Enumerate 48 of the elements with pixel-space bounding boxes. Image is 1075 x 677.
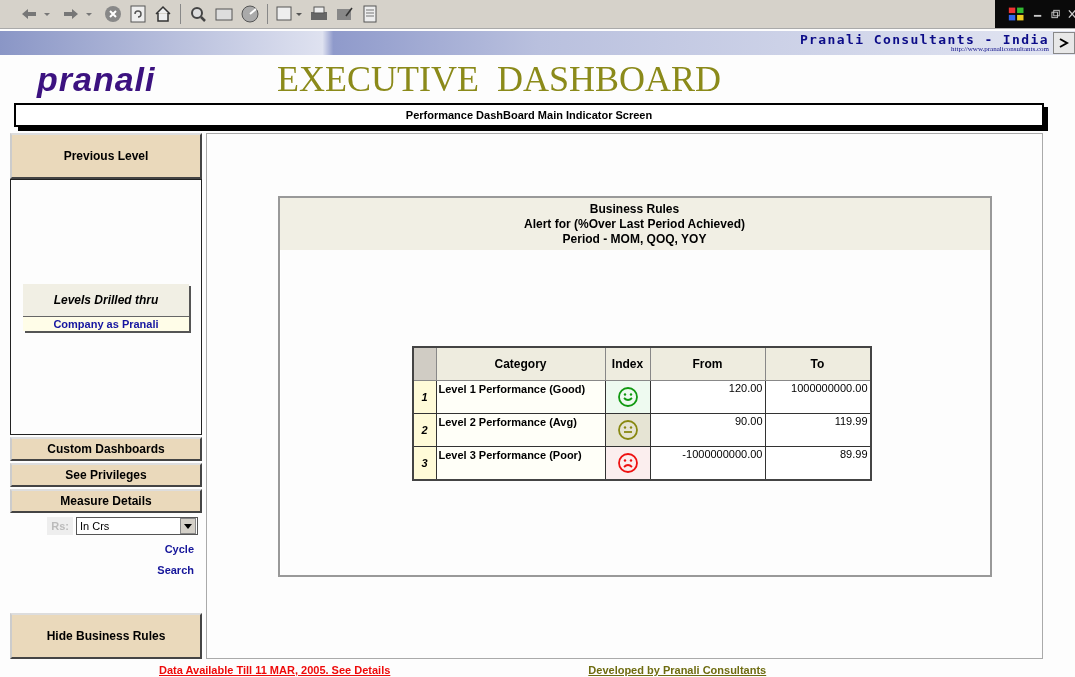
rules-title: Period - MOM, QOQ, YOY: [562, 231, 707, 247]
developer-link[interactable]: Developed by Pranali Consultants: [588, 664, 767, 676]
corner-cell: [412, 347, 436, 381]
table-cell: 90.00: [650, 413, 765, 447]
sidebar-link[interactable]: Search: [157, 564, 194, 576]
table-cell: 89.99: [765, 446, 871, 480]
sidebar-link[interactable]: Cycle: [164, 543, 194, 555]
hide-rules-button[interactable]: Hide Business Rules: [10, 613, 202, 659]
unit-select[interactable]: In Crs: [76, 517, 198, 535]
sidebar-button[interactable]: See Privileges: [10, 463, 202, 487]
sidebar-button[interactable]: Custom Dashboards: [10, 437, 202, 461]
restore-icon[interactable]: [1050, 9, 1060, 19]
company-name: Pranali Consultants - India: [799, 33, 1049, 46]
table-cell: 1000000000.00: [765, 380, 871, 414]
levels-title: Levels Drilled thru: [23, 283, 189, 317]
column-header: Index: [605, 347, 650, 381]
table-cell: Level 1 Performance (Good): [436, 380, 605, 414]
search-icon[interactable]: [189, 5, 207, 23]
table-cell: Level 2 Performance (Avg): [436, 413, 605, 447]
document-icon[interactable]: [362, 5, 378, 23]
table-cell: 119.99: [765, 413, 871, 447]
row-number: 1: [412, 380, 436, 414]
subtitle: Performance DashBoard Main Indicator Screen: [405, 109, 653, 121]
caret-icon: [184, 523, 192, 529]
table-cell: -1000000000.00: [650, 446, 765, 480]
data-availability-link[interactable]: Data Available Till 11 MAR, 2005. See Details: [159, 664, 391, 676]
row-number: 2: [412, 413, 436, 447]
column-header: Category: [436, 347, 605, 381]
logo: pranali: [37, 59, 157, 99]
page-title: EXECUTIVE DASHBOARD: [277, 58, 721, 100]
stop-icon[interactable]: [104, 5, 122, 23]
windows-logo-icon: [1007, 5, 1026, 23]
rules-title: Alert for (%Over Last Period Achieved): [524, 216, 745, 232]
previous-level-button[interactable]: Previous Level: [10, 133, 202, 179]
table-cell: Level 3 Performance (Poor): [436, 446, 605, 480]
chevron-icon: [1059, 38, 1069, 48]
refresh-icon[interactable]: [130, 5, 146, 23]
printer-icon[interactable]: [310, 6, 328, 22]
sidebar-button[interactable]: Measure Details: [10, 489, 202, 513]
column-header: From: [650, 347, 765, 381]
column-header: To: [765, 347, 871, 381]
edit-icon[interactable]: [336, 6, 354, 22]
home-icon[interactable]: [154, 5, 172, 23]
close-icon[interactable]: [1067, 9, 1075, 19]
row-number: 3: [412, 446, 436, 480]
rules-title: Business Rules: [589, 201, 680, 217]
arrow-button[interactable]: [1053, 32, 1075, 54]
table-cell: 120.00: [650, 380, 765, 414]
